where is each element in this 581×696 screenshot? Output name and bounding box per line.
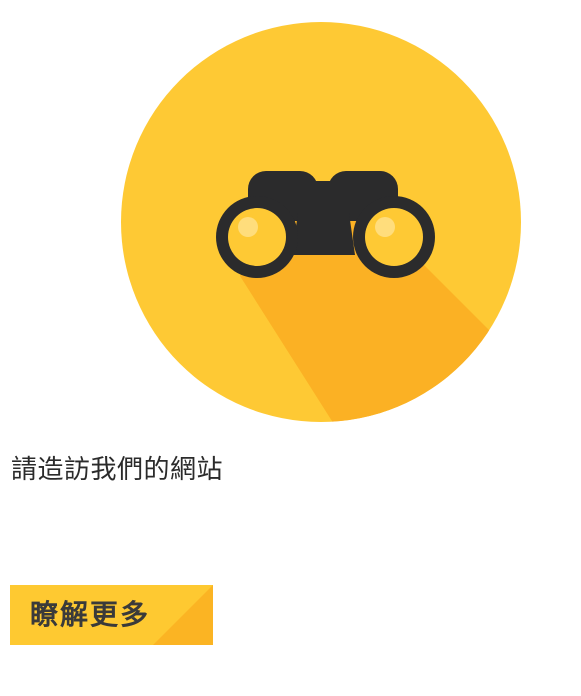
promo-card: 請造訪我們的網站 瞭解更多 <box>0 0 581 696</box>
headline: 請造訪我們的網站 <box>11 455 224 485</box>
button-shade <box>153 585 213 645</box>
learn-more-label: 瞭解更多 <box>30 599 151 630</box>
binoculars-icon <box>120 21 522 423</box>
learn-more-button[interactable]: 瞭解更多 <box>10 585 213 645</box>
